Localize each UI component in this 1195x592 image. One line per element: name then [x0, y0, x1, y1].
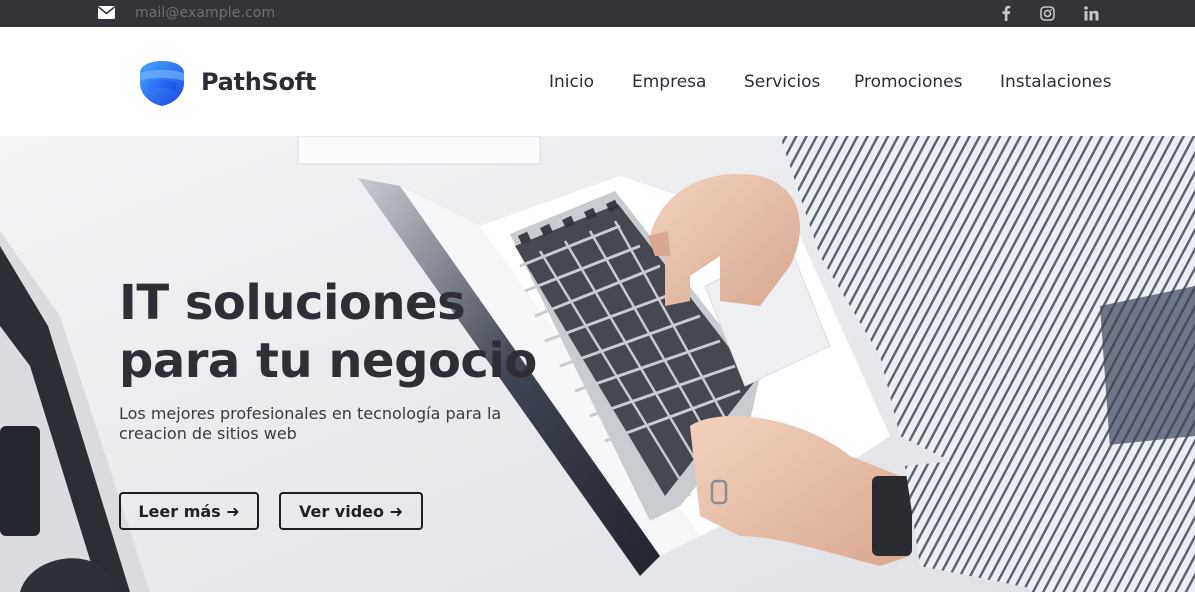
contact-email[interactable]: mail@example.com	[135, 5, 275, 21]
watch-video-button[interactable]: Ver video ➜	[279, 492, 423, 530]
envelope-icon	[98, 6, 115, 19]
brand-name[interactable]: PathSoft	[201, 68, 316, 96]
pathsoft-logo-icon[interactable]	[137, 59, 187, 107]
nav-link-instalaciones[interactable]: Instalaciones	[1000, 72, 1111, 92]
instagram-icon[interactable]	[1038, 4, 1056, 22]
facebook-icon[interactable]	[997, 4, 1015, 22]
top-bar: mail@example.com	[0, 0, 1195, 27]
linkedin-icon[interactable]	[1082, 4, 1100, 22]
nav-link-empresa[interactable]: Empresa	[632, 72, 706, 92]
hero-title-line-1: IT soluciones	[119, 275, 466, 331]
read-more-button[interactable]: Leer más ➜	[119, 492, 259, 530]
nav-link-servicios[interactable]: Servicios	[744, 72, 820, 92]
hero-section: IT soluciones para tu negocio Los mejore…	[0, 136, 1195, 592]
site-header: PathSoft Inicio Empresa Servicios Promoc…	[0, 27, 1195, 136]
hero-subtitle-line-2: creacion de sitios web	[119, 424, 297, 443]
nav-link-inicio[interactable]: Inicio	[549, 72, 594, 92]
hero-subtitle-line-1: Los mejores profesionales en tecnología …	[119, 404, 502, 423]
hero-title: IT soluciones para tu negocio	[119, 274, 579, 390]
nav-link-promociones[interactable]: Promociones	[854, 72, 963, 92]
hero-subtitle: Los mejores profesionales en tecnología …	[119, 404, 519, 444]
hero-title-line-2: para tu negocio	[119, 333, 537, 389]
